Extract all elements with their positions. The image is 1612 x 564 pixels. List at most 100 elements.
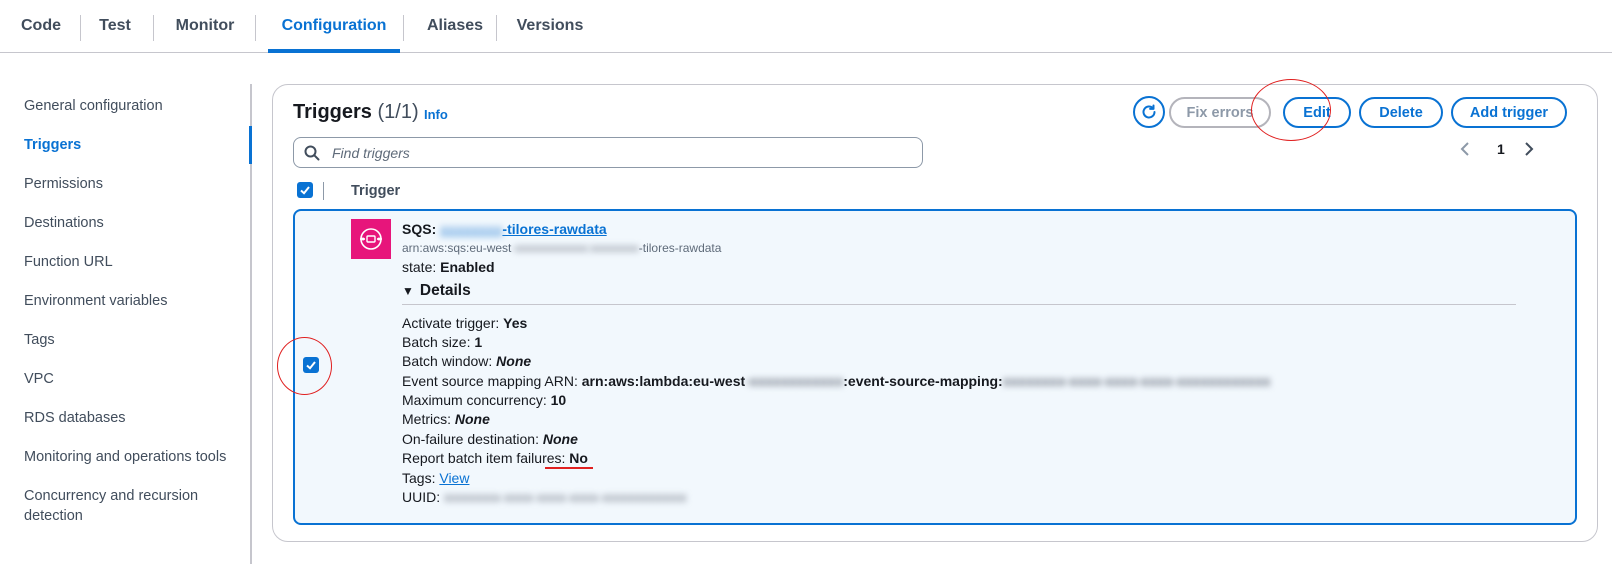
detail-report-failures: Report batch item failures: No [402, 449, 588, 467]
refresh-icon [1142, 104, 1156, 119]
column-separator [323, 182, 324, 200]
trigger-count: (1/1) [377, 101, 419, 123]
panel-title-text: Triggers [293, 101, 372, 123]
detail-on-failure: On-failure destination: None [402, 430, 578, 448]
esm-arn-redacted-id: xxxxxxxx-xxxx-xxxx-xxxx-xxxxxxxxxxxx [1002, 373, 1271, 389]
queue-arn-redacted: -xxxxxxxxxxxx:xxxxxxxx [511, 241, 639, 255]
search-icon [304, 144, 322, 162]
detail-value: 10 [550, 392, 567, 408]
tab-code[interactable]: Code [14, 0, 68, 52]
tab-separator [403, 15, 404, 41]
pagination: 1 [1459, 141, 1569, 165]
service-label: SQS: [402, 221, 437, 237]
chevron-right-icon[interactable] [1523, 141, 1535, 160]
detail-label: Tags: [402, 470, 436, 486]
search-input[interactable] [330, 143, 894, 162]
sidebar-item-rds-databases[interactable]: RDS databases [24, 408, 234, 428]
panel-title: Triggers (1/1) [293, 101, 419, 124]
detail-label: Maximum concurrency: [402, 392, 547, 408]
tab-separator [80, 15, 81, 41]
tab-aliases[interactable]: Aliases [414, 0, 496, 52]
chevron-left-icon[interactable] [1459, 141, 1471, 160]
sidebar-item-function-url[interactable]: Function URL [24, 252, 234, 272]
tab-bar: Code Test Monitor Configuration Aliases … [0, 0, 1612, 53]
sidebar-item-concurrency[interactable]: Concurrency and recursion detection [24, 486, 204, 526]
tab-monitor[interactable]: Monitor [165, 0, 245, 52]
detail-activate: Activate trigger: Yes [402, 314, 527, 332]
detail-value: None [454, 411, 490, 427]
add-trigger-button[interactable]: Add trigger [1451, 97, 1567, 128]
queue-arn-suffix: -tilores-rawdata [638, 241, 722, 255]
tab-separator [153, 15, 154, 41]
sqs-service-icon [351, 219, 391, 259]
delete-button[interactable]: Delete [1359, 97, 1443, 128]
detail-label: Event source mapping ARN: [402, 373, 578, 389]
sidebar-item-general-configuration[interactable]: General configuration [24, 96, 234, 116]
esm-arn-value: arn:aws:lambda:eu-west-xxxxxxxxxxxx:even… [582, 373, 1271, 389]
sidebar-item-permissions[interactable]: Permissions [24, 174, 234, 194]
sidebar-item-tags[interactable]: Tags [24, 330, 234, 350]
page-number[interactable]: 1 [1497, 141, 1505, 157]
checkmark-icon [306, 361, 316, 370]
detail-label: Batch size: [402, 334, 471, 350]
sidebar-item-vpc[interactable]: VPC [24, 369, 234, 389]
state-label: state: [402, 259, 437, 275]
edit-button[interactable]: Edit [1283, 97, 1351, 128]
trigger-row[interactable]: SQS: xxxxxxxx-tilores-rawdata arn:aws:sq… [293, 209, 1577, 525]
detail-batch-size: Batch size: 1 [402, 333, 482, 351]
sidebar-item-monitoring[interactable]: Monitoring and operations tools [24, 447, 234, 467]
caret-down-icon: ▼ [402, 284, 414, 298]
queue-name-suffix: -tilores-rawdata [502, 221, 607, 237]
detail-uuid: UUID: xxxxxxxx-xxxx-xxxx-xxxx-xxxxxxxxxx… [402, 488, 687, 506]
tags-view-link[interactable]: View [439, 470, 469, 486]
queue-link[interactable]: xxxxxxxx-tilores-rawdata [440, 221, 607, 237]
detail-label: Metrics: [402, 411, 451, 427]
detail-label: UUID: [402, 489, 441, 505]
fix-errors-button[interactable]: Fix errors [1169, 97, 1271, 128]
details-label: Details [419, 282, 471, 299]
sidebar-item-triggers[interactable]: Triggers [24, 135, 234, 155]
sidebar-item-environment-variables[interactable]: Environment variables [24, 291, 234, 311]
tab-test[interactable]: Test [90, 0, 140, 52]
queue-name-redacted: xxxxxxxx [440, 221, 503, 237]
detail-label: Report batch item failures: [402, 450, 566, 466]
tab-separator [255, 15, 256, 41]
trigger-name-line: SQS: xxxxxxxx-tilores-rawdata [402, 220, 607, 238]
detail-metrics: Metrics: None [402, 410, 490, 428]
detail-label: Activate trigger: [402, 315, 500, 331]
detail-value: Yes [503, 315, 528, 331]
tab-separator [496, 15, 497, 41]
esm-arn-middle: :event-source-mapping: [843, 373, 1003, 389]
config-sidebar: General configuration Triggers Permissio… [0, 84, 252, 564]
info-link[interactable]: Info [424, 107, 448, 122]
column-header-trigger: Trigger [351, 183, 401, 199]
tab-configuration[interactable]: Configuration [268, 0, 400, 53]
tab-versions[interactable]: Versions [506, 0, 594, 52]
detail-esm-arn: Event source mapping ARN: arn:aws:lambda… [402, 372, 1271, 390]
detail-label: Batch window: [402, 353, 493, 369]
detail-value: None [496, 353, 532, 369]
detail-value: No [569, 450, 588, 466]
detail-tags: Tags: View [402, 469, 469, 487]
details-divider [402, 304, 1516, 305]
queue-arn-prefix: arn:aws:sqs:eu-west [402, 241, 512, 255]
state-value: Enabled [440, 259, 495, 275]
queue-arn: arn:aws:sqs:eu-west-xxxxxxxxxxxx:xxxxxxx… [402, 239, 721, 257]
detail-batch-window: Batch window: None [402, 352, 531, 370]
detail-max-concurrency: Maximum concurrency: 10 [402, 391, 566, 409]
checkmark-icon [300, 186, 310, 195]
select-all-checkbox[interactable] [297, 182, 313, 198]
esm-arn-redacted-account: -xxxxxxxxxxxx [745, 373, 844, 389]
triggers-panel: Triggers (1/1) Info Fix errors Edit Dele… [272, 84, 1598, 542]
find-triggers-search [293, 137, 923, 168]
detail-value: None [542, 431, 578, 447]
detail-label: On-failure destination: [402, 431, 539, 447]
detail-value: 1 [474, 334, 483, 350]
sidebar-item-destinations[interactable]: Destinations [24, 213, 234, 233]
uuid-redacted: xxxxxxxx-xxxx-xxxx-xxxx-xxxxxxxxxxxx [444, 489, 687, 505]
row-checkbox[interactable] [303, 357, 319, 373]
sidebar-active-indicator [249, 126, 252, 164]
refresh-button[interactable] [1133, 96, 1165, 128]
annotation-underline-report [545, 467, 593, 469]
details-toggle[interactable]: ▼ Details [402, 282, 471, 300]
